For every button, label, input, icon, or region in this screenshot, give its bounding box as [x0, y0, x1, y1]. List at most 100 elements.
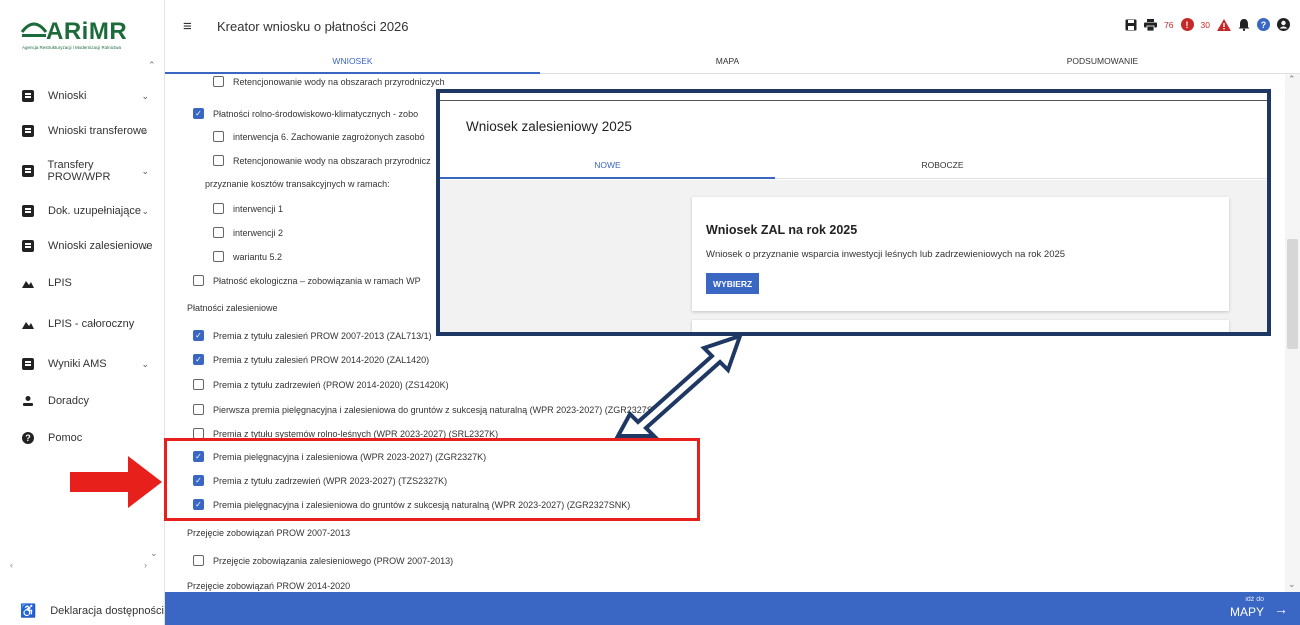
top-icons: 76 ! 30 ? — [1125, 18, 1290, 31]
checkbox-label: Płatności rolno-środowiskowo-klimatyczny… — [213, 108, 419, 119]
sidebar-item-doradcy[interactable]: Doradcy — [0, 388, 155, 414]
checkbox-row[interactable]: Retencjonowanie wody na obszarach przyro… — [213, 76, 445, 87]
sidebar-item-transfery[interactable]: Transfery PROW/WPR ⌄ — [0, 158, 155, 184]
checkbox-checked[interactable]: ✓ — [193, 354, 204, 365]
popup-top-line — [440, 100, 1267, 101]
checkbox-checked[interactable]: ✓ — [193, 108, 204, 119]
chevron-down-icon: ⌄ — [141, 205, 149, 216]
checkbox-label: Premia z tytułu zalesień PROW 2007-2013 … — [213, 330, 432, 341]
checkbox[interactable] — [193, 379, 204, 390]
checkbox-row[interactable]: interwencji 2 — [213, 227, 283, 238]
tab-wniosek[interactable]: WNIOSEK — [165, 56, 540, 66]
sidebar-hscroll[interactable]: ‹ › — [0, 560, 160, 572]
chevron-down-icon: ⌄ — [141, 90, 149, 101]
sidebar-item-wnioski-zalesieniowe[interactable]: Wnioski zalesieniowe ⌄ — [0, 233, 155, 259]
checkbox[interactable] — [193, 555, 204, 566]
checkbox[interactable] — [213, 155, 224, 166]
sidebar-scroll-down-icon[interactable]: ⌄ — [150, 548, 158, 559]
scroll-right-icon[interactable]: › — [144, 560, 147, 570]
person-icon — [23, 396, 33, 406]
mountain-icon — [22, 281, 34, 288]
checkbox-label: Pierwsza premia pielęgnacyjna i zalesien… — [213, 404, 663, 415]
highlight-box — [164, 438, 700, 521]
checkbox-row[interactable]: ✓ Premia z tytułu zalesień PROW 2014-2020… — [193, 354, 429, 365]
scrollbar-thumb[interactable] — [1287, 239, 1298, 349]
sidebar-item-label: Transfery PROW/WPR — [47, 159, 111, 183]
sidebar-item-lpis[interactable]: LPIS — [0, 270, 155, 296]
checkbox-row[interactable]: Pierwsza premia pielęgnacyjna i zalesien… — [193, 404, 662, 415]
arimr-logo[interactable]: ARiMR Agencja Restrukturyzacji i Moderni… — [20, 12, 155, 60]
chevron-down-icon: ⌄ — [141, 240, 149, 251]
main-tabs: WNIOSEK MAPA PODSUMOWANIE — [165, 50, 1300, 74]
bottom-bar: idź do MAPY → — [165, 592, 1300, 625]
checkbox[interactable] — [213, 131, 224, 142]
checkbox-row[interactable]: wariantu 5.2 — [213, 251, 282, 262]
checkbox-label: Premia z tytułu zadrzewień (PROW 2014-20… — [213, 379, 449, 390]
content-scrollbar[interactable]: ⌃ ⌄ — [1285, 74, 1300, 592]
save-icon[interactable] — [1125, 19, 1137, 31]
help-icon[interactable]: ? — [1257, 18, 1270, 31]
goto-small-label: idź do — [1245, 596, 1264, 603]
checkbox-row[interactable]: interwencja 6. Zachowanie zagrożonych za… — [213, 131, 425, 142]
mountain-icon — [22, 322, 34, 329]
tab-mapa[interactable]: MAPA — [540, 56, 915, 66]
checkbox-label: interwencja 6. Zachowanie zagrożonych za… — [233, 131, 425, 142]
logo-subtitle: Agencja Restrukturyzacji i Modernizacji … — [22, 45, 122, 50]
logo-mark-icon — [20, 22, 48, 37]
checkbox[interactable] — [193, 404, 204, 415]
sidebar-item-lpis-caloroczny[interactable]: LPIS - całoroczny — [0, 311, 155, 337]
sidebar-item-label: Dok. uzupełniające — [48, 205, 141, 217]
tab-robocze[interactable]: ROBOCZE — [775, 160, 1110, 170]
red-arrow-icon — [70, 456, 162, 508]
checkbox[interactable] — [213, 76, 224, 87]
sidebar-item-wyniki-ams[interactable]: Wyniki AMS ⌄ — [0, 351, 155, 377]
popup-tabs: NOWE ROBOCZE — [440, 151, 1267, 179]
choose-button[interactable]: WYBIERZ — [706, 273, 760, 294]
declaration-label: Deklaracja dostępności — [50, 604, 164, 617]
help-icon: ? — [22, 432, 34, 444]
accessibility-icon: ♿ — [20, 602, 37, 618]
sidebar-item-wnioski-transferowe[interactable]: Wnioski transferowe ⌄ — [0, 118, 155, 144]
sidebar-scroll-up-icon[interactable]: ⌃ — [148, 60, 156, 71]
print-icon[interactable] — [1144, 18, 1158, 31]
sidebar-item-pomoc[interactable]: ? Pomoc — [0, 425, 155, 451]
checkbox-row[interactable]: Płatność ekologiczna – zobowiązania w ra… — [193, 275, 421, 286]
sidebar-item-dok-uzupelniajace[interactable]: Dok. uzupełniające ⌄ — [0, 198, 155, 224]
checkbox[interactable] — [193, 275, 204, 286]
sidebar-item-label: Wyniki AMS — [48, 358, 107, 370]
checkbox-label: interwencji 2 — [233, 227, 284, 238]
sidebar-item-label: Wnioski transferowe — [48, 125, 148, 137]
sidebar-item-wnioski[interactable]: Wnioski ⌄ — [0, 83, 155, 109]
checkbox-row[interactable]: interwencji 1 — [213, 203, 283, 214]
warning-icon[interactable] — [1217, 18, 1231, 31]
checkbox-row[interactable]: Premia z tytułu zadrzewień (PROW 2014-20… — [193, 379, 449, 390]
error-icon[interactable]: ! — [1180, 18, 1194, 31]
arrow-right-icon: → — [1274, 600, 1288, 617]
application-card: Wniosek ZAL na rok 2025 Wniosek o przyzn… — [692, 197, 1229, 311]
bell-icon[interactable] — [1238, 18, 1250, 31]
checkbox-checked[interactable]: ✓ — [193, 330, 204, 341]
scroll-up-icon[interactable]: ⌃ — [1288, 74, 1296, 85]
checkbox[interactable] — [213, 251, 224, 262]
sidebar-item-label: Doradcy — [48, 395, 89, 407]
account-icon[interactable] — [1277, 18, 1290, 31]
checkbox-label: Płatność ekologiczna – zobowiązania w ra… — [213, 275, 421, 286]
scroll-down-icon[interactable]: ⌄ — [1288, 579, 1296, 590]
checkbox-row[interactable]: Przejęcie zobowiązania zalesieniowego (P… — [193, 555, 453, 566]
checkbox-row[interactable]: ✓ Premia z tytułu zalesień PROW 2007-2013… — [193, 330, 432, 341]
checkbox-label: interwencji 1 — [233, 203, 284, 214]
scroll-left-icon[interactable]: ‹ — [10, 560, 13, 570]
tab-nowe[interactable]: NOWE — [440, 160, 775, 170]
doc-icon — [22, 125, 34, 137]
menu-icon[interactable]: ≡ — [183, 18, 192, 35]
accessibility-declaration-link[interactable]: ♿ Deklaracja dostępności — [0, 596, 165, 625]
checkbox-row[interactable]: ✓ Płatności rolno-środowiskowo-klimatyczn… — [193, 108, 418, 119]
tab-podsumowanie[interactable]: PODSUMOWANIE — [915, 56, 1290, 66]
goto-map-button[interactable]: idź do MAPY → — [1230, 596, 1288, 621]
checkbox[interactable] — [213, 227, 224, 238]
popup-title: Wniosek zalesieniowy 2025 — [466, 119, 632, 134]
checkbox[interactable] — [213, 203, 224, 214]
chevron-down-icon: ⌄ — [141, 125, 149, 136]
checkbox-label: Przejęcie zobowiązania zalesieniowego (P… — [213, 555, 454, 566]
checkbox-row[interactable]: Retencjonowanie wody na obszarach przyro… — [213, 155, 431, 166]
